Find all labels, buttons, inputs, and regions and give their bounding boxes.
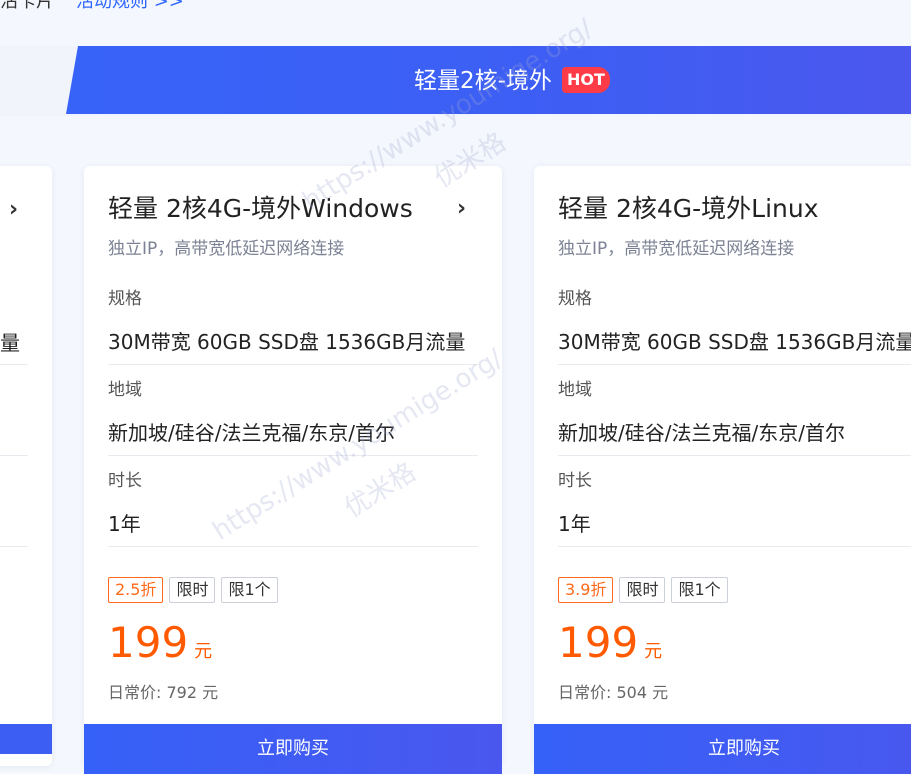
divider — [108, 455, 478, 456]
duration-label: 时长 — [558, 471, 592, 491]
price-unit: 元 — [194, 641, 213, 662]
chevron-right-icon[interactable]: › — [457, 197, 466, 221]
region-value[interactable]: 新加坡/硅谷/法兰克福/东京/首尔 — [108, 417, 395, 446]
duration-value[interactable]: 1年 — [108, 508, 141, 537]
divider — [558, 364, 911, 365]
divider — [108, 546, 478, 547]
product-subtitle: 独立IP，高带宽低延迟网络连接 — [108, 239, 345, 259]
tab-label: 轻量2核-境外 — [414, 68, 552, 94]
top-nav: 沽卡片 活动规则 >> — [0, 0, 911, 16]
divider — [0, 364, 28, 365]
regular-price: 日常价: 792 元 — [108, 683, 219, 702]
price-value: 199 — [558, 618, 639, 667]
regular-price: 日常价: 504 元 — [558, 683, 669, 702]
activity-rules-link[interactable]: 活动规则 >> — [76, 0, 184, 16]
price-unit: 元 — [644, 641, 663, 662]
tag-group: 3.9折 限时 限1个 — [558, 577, 728, 603]
spec-label: 规格 — [108, 289, 142, 309]
product-title[interactable]: 轻量 2核4G-境外Windows — [108, 192, 413, 226]
limit-one-tag: 限1个 — [221, 577, 278, 603]
duration-value[interactable]: 1年 — [558, 508, 591, 537]
price: 199 元 — [558, 619, 662, 667]
region-value[interactable]: 新加坡/硅谷/法兰克福/东京/首尔 — [558, 417, 845, 446]
spec-value[interactable]: 30M带宽 60GB SSD盘 1536GB月流量 — [108, 326, 465, 355]
price-value: 199 — [108, 618, 189, 667]
product-card-partial — [0, 166, 52, 766]
divider — [108, 364, 478, 365]
divider — [0, 546, 28, 547]
discount-tag: 2.5折 — [108, 577, 164, 603]
tag-group: 2.5折 限时 限1个 — [108, 577, 278, 603]
buy-button[interactable]: 立即购买 — [84, 724, 502, 774]
hot-badge: HOT — [562, 67, 610, 93]
product-title[interactable]: 轻量 2核4G-境外Linux — [558, 192, 819, 226]
region-label: 地域 — [558, 380, 592, 400]
spec-value[interactable]: 30M带宽 60GB SSD盘 1536GB月流量 — [558, 326, 911, 355]
top-nav-link[interactable]: 沽卡片 — [0, 0, 54, 16]
buy-button[interactable]: 立即购买 — [534, 724, 911, 774]
discount-tag: 3.9折 — [558, 577, 614, 603]
product-card-windows: 轻量 2核4G-境外Windows › 独立IP，高带宽低延迟网络连接 规格 3… — [84, 166, 502, 774]
spec-label: 规格 — [558, 289, 592, 309]
divider — [558, 455, 911, 456]
duration-label: 时长 — [108, 471, 142, 491]
limit-one-tag: 限1个 — [671, 577, 728, 603]
product-subtitle: 独立IP，高带宽低延迟网络连接 — [558, 239, 795, 259]
region-label: 地域 — [108, 380, 142, 400]
limited-time-tag: 限时 — [169, 577, 216, 603]
spec-value-partial: 量 — [0, 331, 20, 355]
buy-button-partial[interactable] — [0, 724, 52, 754]
product-card-linux: 轻量 2核4G-境外Linux 独立IP，高带宽低延迟网络连接 规格 30M带宽… — [534, 166, 911, 774]
divider — [0, 455, 28, 456]
divider — [558, 546, 911, 547]
price: 199 元 — [108, 619, 212, 667]
chevron-right-icon[interactable]: › — [9, 197, 18, 222]
limited-time-tag: 限时 — [619, 577, 666, 603]
